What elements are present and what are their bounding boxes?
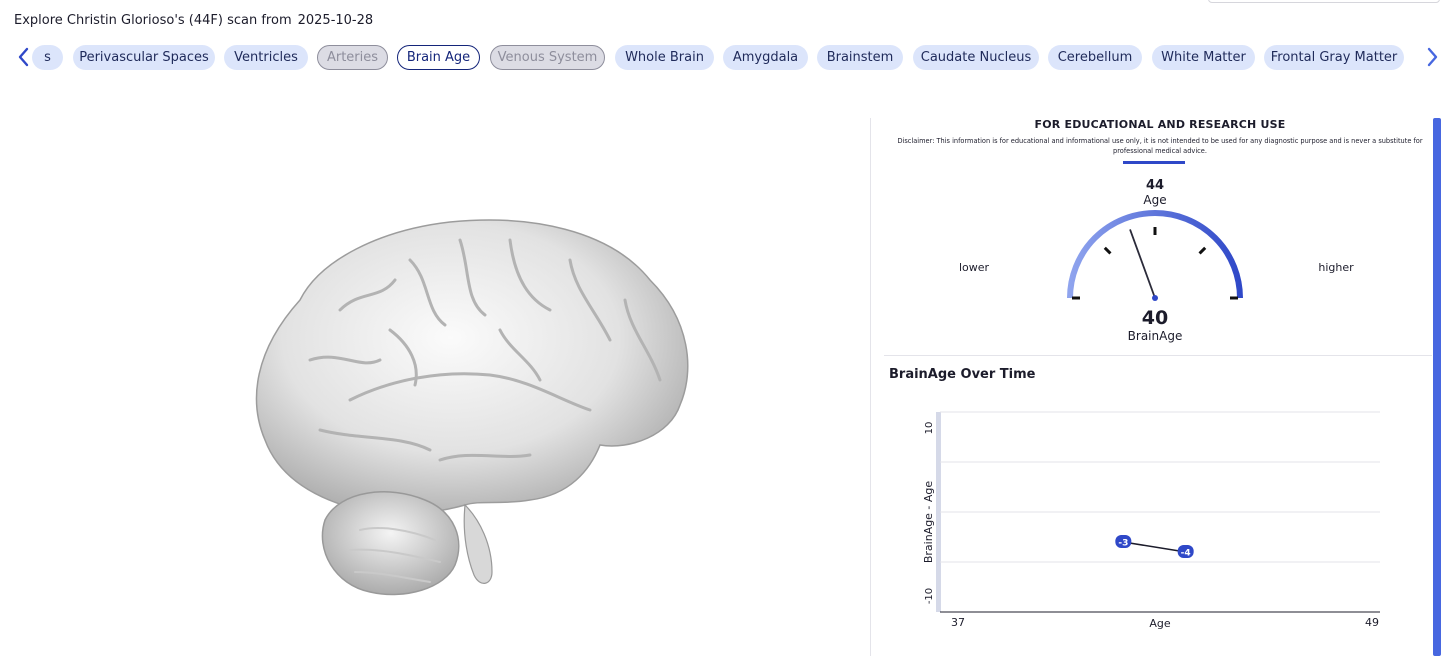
tab-arteries[interactable]: Arteries <box>317 45 388 70</box>
data-label: -3 <box>1118 539 1128 549</box>
gauge-brainage-label: BrainAge <box>1127 329 1183 343</box>
tab-venous-system[interactable]: Venous System <box>490 45 605 70</box>
tab-caudate-nucleus[interactable]: Caudate Nucleus <box>913 45 1039 70</box>
page-header: Explore Christin Glorioso's (44F) scan f… <box>14 13 373 28</box>
x-tick-label: 37 <box>951 616 965 629</box>
brain-3d-viewer[interactable] <box>230 200 710 620</box>
y-axis-label: BrainAge - Age <box>922 481 935 564</box>
tab-perivascular-spaces[interactable]: Perivascular Spaces <box>73 45 215 70</box>
y-tick-label: -10 <box>924 588 935 604</box>
panel-divider <box>870 118 871 656</box>
chart-title: BrainAge Over Time <box>889 367 1036 382</box>
title-underline <box>1123 161 1185 164</box>
y-tick-label: 10 <box>924 422 935 435</box>
x-axis-label: Age <box>1149 617 1171 630</box>
search-box[interactable] <box>1208 0 1440 3</box>
x-tick-label: 49 <box>1365 616 1379 629</box>
page-title: Explore Christin Glorioso's (44F) scan f… <box>14 13 292 28</box>
scan-date: 2025-10-28 <box>297 13 374 28</box>
data-label: -4 <box>1181 549 1191 559</box>
tab-whole-brain[interactable]: Whole Brain <box>615 45 714 70</box>
brain-3d-model-icon <box>255 219 689 596</box>
gauge-brainage-value: 40 <box>1141 307 1169 329</box>
tab-brain-age[interactable]: Brain Age <box>397 45 480 70</box>
structure-tabs: s Perivascular Spaces Ventricles Arterie… <box>0 45 1456 70</box>
tab-previous-structure[interactable]: s <box>32 45 63 70</box>
gauge-needle-pivot <box>1152 295 1158 301</box>
tab-white-matter[interactable]: White Matter <box>1152 45 1255 70</box>
tab-brainstem[interactable]: Brainstem <box>817 45 903 70</box>
gauge-tick <box>1198 246 1207 255</box>
tab-amygdala[interactable]: Amygdala <box>723 45 808 70</box>
gauge-higher-label: higher <box>1318 261 1354 274</box>
series-line <box>1123 541 1186 553</box>
gauge-age-value: 44 <box>1145 178 1165 193</box>
tab-cerebellum[interactable]: Cerebellum <box>1048 45 1142 70</box>
scrollbar[interactable] <box>1433 118 1441 656</box>
tab-ventricles[interactable]: Ventricles <box>224 45 308 70</box>
brainage-over-time-chart: 37 49 Age -10 10 BrainAge - Age -3 -4 <box>922 411 1380 630</box>
brain-age-gauge <box>1067 210 1243 301</box>
disclaimer-text: Disclaimer: This information is for educ… <box>897 137 1423 155</box>
gauge-tick <box>1103 246 1112 255</box>
gauge-arc <box>1067 210 1243 299</box>
section-divider <box>884 355 1432 356</box>
gauge-needle <box>1129 229 1156 299</box>
educational-title: FOR EDUCATIONAL AND RESEARCH USE <box>1034 118 1286 131</box>
gauge-lower-label: lower <box>958 261 990 274</box>
chevron-right-icon[interactable] <box>1424 45 1442 69</box>
tab-frontal-gray-matter[interactable]: Frontal Gray Matter <box>1264 45 1404 70</box>
